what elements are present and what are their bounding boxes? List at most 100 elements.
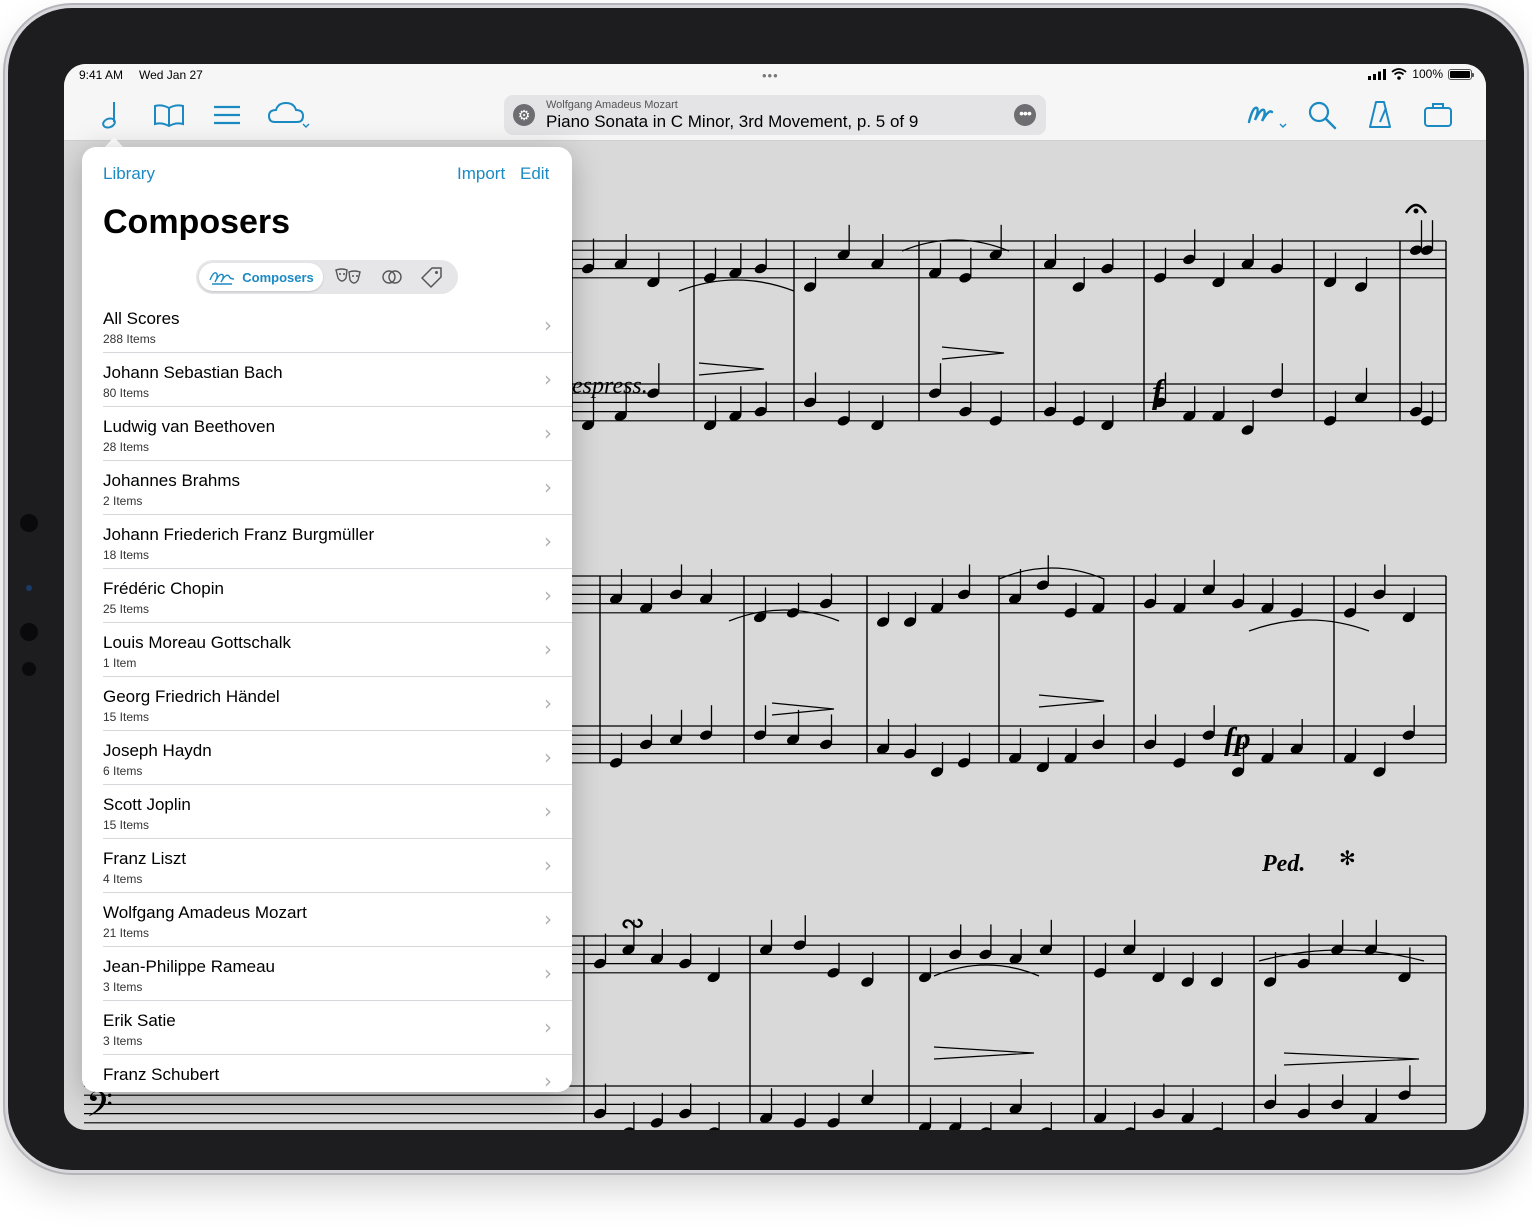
- item-count: 21 Items: [103, 926, 150, 940]
- item-count: 3 Items: [103, 980, 143, 994]
- item-count: 80 Items: [103, 386, 150, 400]
- item-name: Wolfgang Amadeus Mozart: [103, 903, 307, 922]
- status-bar: 9:41 AM Wed Jan 27 ••• 100%: [64, 64, 1486, 90]
- chevron-right-icon: ›: [544, 583, 552, 607]
- item-count: 1 Item: [103, 656, 137, 670]
- item-name: Frédéric Chopin: [103, 579, 224, 598]
- toolbar: ⚙ Wolfgang Amadeus Mozart Piano Sonata i…: [64, 90, 1486, 141]
- item-name: Scott Joplin: [103, 795, 191, 814]
- list-item[interactable]: Frédéric Chopin 25 Items ›: [82, 569, 572, 623]
- list-item[interactable]: Wolfgang Amadeus Mozart 21 Items ›: [82, 893, 572, 947]
- composers-icon: [209, 272, 235, 285]
- annotate-icon[interactable]: [1244, 98, 1290, 132]
- list-item[interactable]: All Scores 288 Items ›: [82, 299, 572, 353]
- chevron-right-icon: ›: [544, 853, 552, 877]
- chevron-right-icon: ›: [544, 907, 552, 931]
- ipad-frame: 9:41 AM Wed Jan 27 ••• 100% ⚙ Wolfgang A…: [8, 8, 1524, 1170]
- item-count: 2 Items: [103, 494, 143, 508]
- list-item[interactable]: Jean-Philippe Rameau 3 Items ›: [82, 947, 572, 1001]
- score-composer: Wolfgang Amadeus Mozart: [546, 99, 678, 111]
- cloud-icon[interactable]: [266, 98, 312, 132]
- search-icon[interactable]: [1304, 98, 1340, 132]
- note-icon[interactable]: [93, 98, 129, 132]
- sensor-dot: [20, 514, 38, 532]
- chevron-right-icon: ›: [544, 367, 552, 391]
- forte-marking: f: [1152, 374, 1167, 411]
- item-count: 4 Items: [103, 872, 143, 886]
- collections-icon: [382, 270, 402, 284]
- popover-title: Composers: [103, 203, 291, 241]
- pedal-marking: Ped.: [1261, 851, 1305, 877]
- item-name: Ludwig van Beethoven: [103, 417, 276, 436]
- list-item[interactable]: Johann Friederich Franz Burgmüller 18 Ite…: [82, 515, 572, 569]
- turn-ornament-icon: ∾: [620, 906, 645, 941]
- chevron-right-icon: ›: [544, 313, 552, 337]
- list-item[interactable]: Johannes Brahms 2 Items ›: [82, 461, 572, 515]
- battery-percent: 100%: [1412, 67, 1443, 81]
- list-item[interactable]: Joseph Haydn 6 Items ›: [82, 731, 572, 785]
- battery-icon: [1448, 68, 1474, 80]
- list-item[interactable]: Georg Friedrich Händel 15 Items ›: [82, 677, 572, 731]
- chevron-right-icon: ›: [544, 799, 552, 823]
- item-name: Johann Sebastian Bach: [103, 363, 283, 382]
- sensor-dot: [22, 662, 36, 676]
- segment-genres[interactable]: [334, 265, 362, 289]
- multitasking-dots[interactable]: •••: [762, 68, 779, 83]
- segment-collections[interactable]: [378, 265, 406, 289]
- list-icon[interactable]: [209, 98, 245, 132]
- item-name: Erik Satie: [103, 1011, 176, 1030]
- item-name: Joseph Haydn: [103, 741, 212, 760]
- chevron-right-icon: ›: [544, 475, 552, 499]
- status-time: 9:41 AM: [79, 68, 124, 82]
- import-button[interactable]: Import: [457, 164, 505, 184]
- segment-composers[interactable]: Composers: [199, 263, 323, 291]
- item-name: Georg Friedrich Händel: [103, 687, 280, 706]
- list-item[interactable]: Erik Satie 3 Items ›: [82, 1001, 572, 1055]
- list-item[interactable]: Franz Schubert ›: [82, 1055, 572, 1092]
- gear-icon[interactable]: ⚙: [513, 104, 535, 126]
- item-count: 3 Items: [103, 1034, 143, 1048]
- chevron-right-icon: ›: [544, 691, 552, 715]
- chevron-right-icon: ›: [544, 961, 552, 985]
- sensor-dot: [20, 623, 38, 641]
- segment-composers-label: Composers: [242, 269, 314, 285]
- library-back-button[interactable]: Library: [103, 164, 155, 184]
- library-segmented-control: Composers: [196, 260, 458, 294]
- genres-icon: [335, 268, 361, 284]
- book-icon[interactable]: [151, 98, 187, 132]
- pedal-release-icon: ✻: [1339, 846, 1356, 870]
- item-count: 25 Items: [103, 602, 150, 616]
- signal-icon: [1368, 68, 1387, 80]
- sensor-dot: [26, 585, 32, 591]
- list-item[interactable]: Scott Joplin 15 Items ›: [82, 785, 572, 839]
- status-date: Wed Jan 27: [139, 68, 203, 82]
- item-name: Johannes Brahms: [103, 471, 241, 490]
- metronome-icon[interactable]: [1362, 98, 1398, 132]
- chevron-right-icon: ›: [544, 1015, 552, 1039]
- forte-piano-marking: fp: [1224, 720, 1251, 756]
- item-name: Franz Liszt: [103, 849, 187, 868]
- item-name: Jean-Philippe Rameau: [103, 957, 275, 976]
- more-icon[interactable]: •••: [1014, 104, 1036, 126]
- screen: 9:41 AM Wed Jan 27 ••• 100% ⚙ Wolfgang A…: [64, 64, 1486, 1130]
- setlist-icon[interactable]: [1420, 98, 1456, 132]
- edit-button[interactable]: Edit: [520, 164, 549, 184]
- library-popover: Library Import Edit Composers Composers: [82, 147, 572, 1092]
- item-count: 6 Items: [103, 764, 143, 778]
- item-count: 15 Items: [103, 818, 150, 832]
- list-item[interactable]: Johann Sebastian Bach 80 Items ›: [82, 353, 572, 407]
- item-count: 288 Items: [103, 332, 156, 346]
- list-item[interactable]: Ludwig van Beethoven 28 Items ›: [82, 407, 572, 461]
- score-title-pill[interactable]: ⚙ Wolfgang Amadeus Mozart Piano Sonata i…: [504, 95, 1046, 135]
- status-right: 100%: [1368, 67, 1474, 81]
- item-count: 28 Items: [103, 440, 150, 454]
- espressivo-marking: espress.: [572, 373, 648, 399]
- item-name: Louis Moreau Gottschalk: [103, 633, 292, 652]
- list-item[interactable]: Louis Moreau Gottschalk 1 Item ›: [82, 623, 572, 677]
- item-name: Franz Schubert: [103, 1065, 220, 1084]
- segment-tags[interactable]: [418, 265, 446, 289]
- chevron-right-icon: ›: [544, 637, 552, 661]
- list-item[interactable]: Franz Liszt 4 Items ›: [82, 839, 572, 893]
- item-count: 15 Items: [103, 710, 150, 724]
- tags-icon: [421, 267, 442, 288]
